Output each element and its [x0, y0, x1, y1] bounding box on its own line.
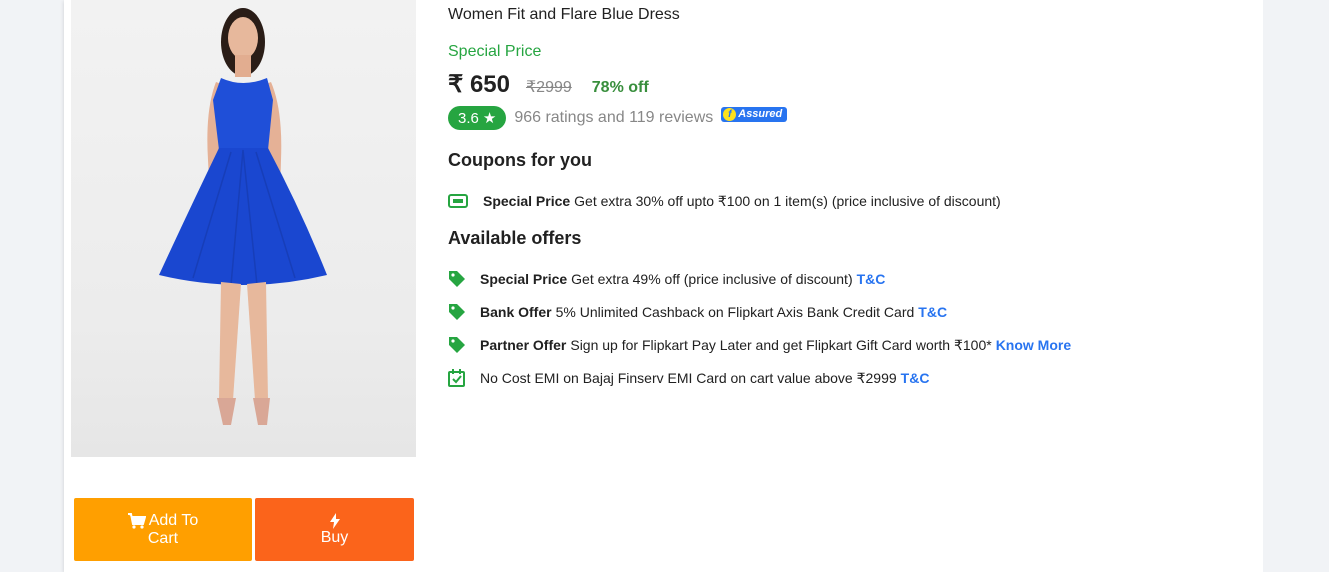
offer-item: Special Price Get extra 49% off (price i…	[448, 270, 885, 288]
offer-text: Sign up for Flipkart Pay Later and get F…	[570, 336, 992, 353]
original-price: ₹2999	[525, 79, 572, 96]
selling-price: ₹ 650	[448, 71, 510, 98]
ratings-reviews-count[interactable]: 966 ratings and 119 reviews	[514, 109, 713, 127]
ticket-icon	[448, 192, 470, 210]
product-title: Women Fit and Flare Blue Dress	[448, 6, 680, 23]
offer-text: 5% Unlimited Cashback on Flipkart Axis B…	[555, 304, 915, 320]
tag-icon	[448, 303, 470, 321]
coupons-heading: Coupons for you	[448, 150, 592, 170]
lightning-icon	[329, 512, 340, 529]
rating-row: 3.6 ★ 966 ratings and 119 reviews f Assu…	[448, 106, 788, 130]
offer-text: Get extra 49% off (price inclusive of di…	[571, 271, 853, 287]
add-to-cart-label-line2: Cart	[147, 529, 179, 547]
terms-link[interactable]: T&C	[918, 304, 947, 320]
offer-title: Partner Offer	[480, 337, 567, 353]
star-icon: ★	[482, 110, 497, 127]
tag-icon	[448, 336, 470, 354]
discount-percent: 78% off	[591, 79, 649, 96]
offer-title: Bank Offer	[480, 304, 552, 320]
coupon-text: Get extra 30% off upto ₹100 on 1 item(s)…	[574, 192, 1001, 209]
cart-icon	[127, 512, 146, 529]
tag-icon	[448, 270, 470, 288]
calendar-check-icon	[448, 369, 470, 387]
product-details-panel: Women Fit and Flare Blue Dress Special P…	[424, 0, 1263, 572]
terms-link[interactable]: T&C	[857, 271, 886, 287]
price-row: ₹ 650 ₹2999 78% off	[448, 70, 649, 99]
rating-badge[interactable]: 3.6 ★	[448, 106, 507, 130]
coupon-title: Special Price	[483, 193, 571, 209]
offer-text: No Cost EMI on Bajaj Finserv EMI Card on…	[480, 369, 897, 386]
assured-badge: f Assured	[721, 106, 788, 122]
add-to-cart-button[interactable]: Add To Cart	[74, 498, 252, 561]
offer-title: Special Price	[480, 271, 568, 287]
product-image-card: Add To Cart Buy	[64, 0, 424, 572]
flipkart-logo-icon: f	[723, 107, 737, 121]
offer-item: No Cost EMI on Bajaj Finserv EMI Card on…	[448, 369, 929, 387]
buy-now-button[interactable]: Buy	[255, 498, 414, 561]
buy-now-label: Buy	[320, 528, 349, 546]
coupon-item: Special Price Get extra 30% off upto ₹10…	[448, 192, 1001, 210]
rating-value: 3.6	[458, 109, 479, 127]
add-to-cart-label-line1: Add To	[148, 511, 199, 529]
offers-heading: Available offers	[448, 228, 582, 248]
product-image[interactable]	[71, 0, 416, 457]
dress-model-illustration	[159, 8, 327, 425]
special-price-label: Special Price	[448, 43, 542, 60]
offer-item: Partner Offer Sign up for Flipkart Pay L…	[448, 336, 1071, 354]
offer-item: Bank Offer 5% Unlimited Cashback on Flip…	[448, 303, 947, 321]
know-more-link[interactable]: Know More	[996, 337, 1071, 353]
assured-label: Assured	[738, 108, 783, 120]
terms-link[interactable]: T&C	[901, 370, 930, 386]
